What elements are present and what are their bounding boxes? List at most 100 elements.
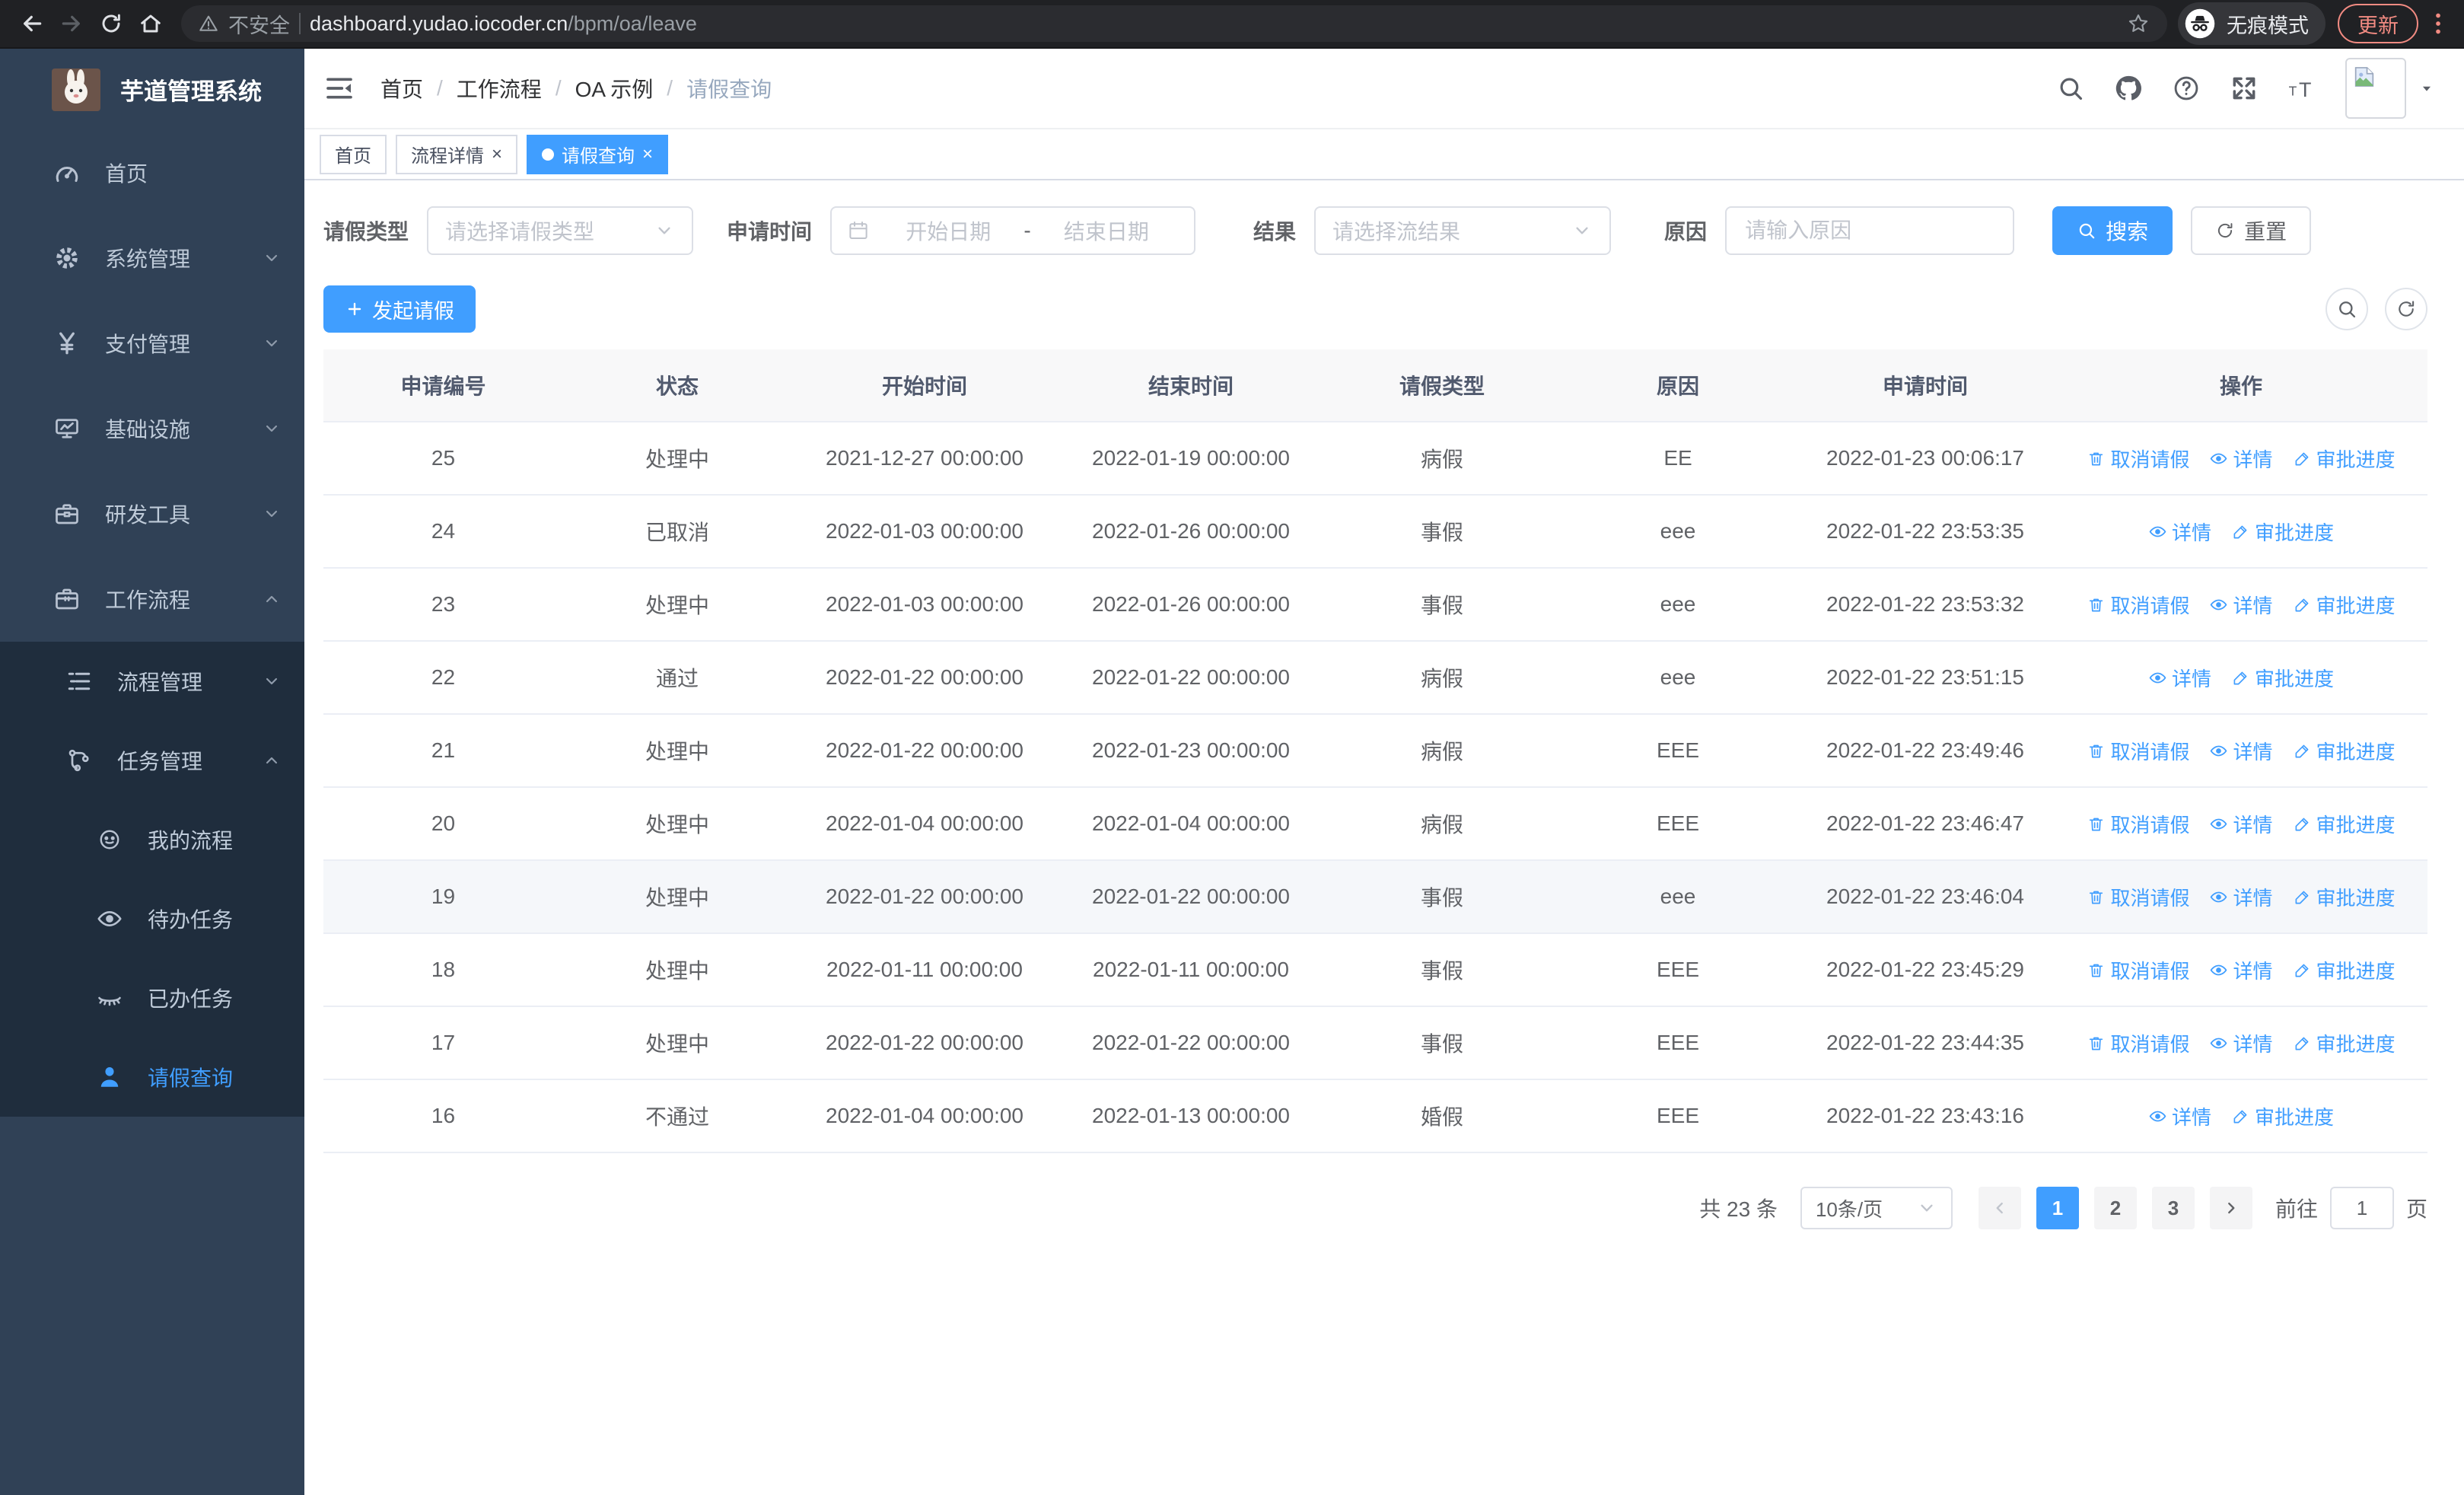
sidebar-item[interactable]: 系统管理 <box>0 215 304 301</box>
tab[interactable]: 请假查询 × <box>527 134 669 174</box>
table-refresh-button[interactable] <box>2385 288 2427 330</box>
create-leave-button[interactable]: 发起请假 <box>323 285 476 333</box>
font-size-icon[interactable]: TT <box>2287 74 2316 103</box>
progress-action[interactable]: 审批进度 <box>2293 445 2396 473</box>
search-button[interactable]: 搜索 <box>2052 206 2173 255</box>
more-menu-icon[interactable] <box>2424 10 2452 37</box>
forward-icon[interactable] <box>52 4 91 43</box>
sidebar-item[interactable]: 研发工具 <box>0 471 304 556</box>
app-title: 芋道管理系统 <box>120 78 262 105</box>
breadcrumb-item[interactable]: 工作流程 <box>457 73 542 104</box>
detail-action[interactable]: 详情 <box>2209 956 2273 984</box>
avatar[interactable] <box>2345 58 2406 119</box>
reset-button[interactable]: 重置 <box>2191 206 2312 255</box>
cell-start: 2022-01-22 00:00:00 <box>791 715 1058 788</box>
tab[interactable]: 首页 <box>320 134 387 174</box>
arrow-right-icon <box>2221 1198 2241 1218</box>
detail-action[interactable]: 详情 <box>2209 810 2273 838</box>
progress-action[interactable]: 审批进度 <box>2231 1102 2334 1130</box>
help-icon[interactable] <box>2172 74 2201 103</box>
detail-action[interactable]: 详情 <box>2148 518 2211 546</box>
github-icon[interactable] <box>2114 74 2143 103</box>
close-icon[interactable]: × <box>492 145 502 164</box>
sidebar-item[interactable]: 工作流程 <box>0 556 304 642</box>
prev-page-button[interactable] <box>1978 1187 2021 1229</box>
sidebar-item[interactable]: 支付管理 <box>0 301 304 386</box>
progress-action[interactable]: 审批进度 <box>2293 1029 2396 1057</box>
address-bar[interactable]: 不安全 dashboard.yudao.iocoder.cn/bpm/oa/le… <box>181 5 2167 42</box>
cancel-action[interactable]: 取消请假 <box>2087 810 2189 838</box>
cell-end: 2022-01-26 00:00:00 <box>1058 496 1324 569</box>
caret-down-icon[interactable] <box>2418 80 2435 97</box>
table-row: 22 通过 2022-01-22 00:00:00 2022-01-22 00:00:… <box>323 642 2427 715</box>
app-logo[interactable]: 芋道管理系统 <box>0 49 304 130</box>
detail-action[interactable]: 详情 <box>2148 1102 2211 1130</box>
cell-applyTime: 2022-01-22 23:46:47 <box>1796 788 2055 861</box>
cell-type: 事假 <box>1324 934 1560 1007</box>
update-button[interactable]: 更新 <box>2338 4 2418 43</box>
sidebar-item[interactable]: 基础设施 <box>0 386 304 471</box>
end-date-input[interactable]: 结束日期 <box>1034 215 1179 246</box>
progress-action[interactable]: 审批进度 <box>2293 810 2396 838</box>
tab[interactable]: 流程详情 × <box>396 134 518 174</box>
chevron-down-icon <box>1916 1197 1937 1219</box>
sidebar-collapse-icon[interactable] <box>324 73 355 104</box>
progress-action[interactable]: 审批进度 <box>2293 956 2396 984</box>
progress-action[interactable]: 审批进度 <box>2231 664 2334 692</box>
arrow-left-icon <box>1990 1198 2010 1218</box>
fullscreen-icon[interactable] <box>2230 74 2259 103</box>
sidebar-item[interactable]: 已办任务 <box>0 958 304 1038</box>
search-icon[interactable] <box>2056 74 2085 103</box>
cancel-action[interactable]: 取消请假 <box>2087 591 2189 619</box>
chevron-down-icon <box>262 333 282 353</box>
result-label: 结果 <box>1253 220 1297 244</box>
result-select[interactable]: 请选择流结果 <box>1314 206 1612 255</box>
detail-action[interactable]: 详情 <box>2209 445 2273 473</box>
start-date-input[interactable]: 开始日期 <box>876 215 1020 246</box>
sidebar-item[interactable]: 请假查询 <box>0 1038 304 1117</box>
page-button[interactable]: 2 <box>2093 1187 2137 1229</box>
column-header: 原因 <box>1560 349 1796 422</box>
sidebar-item[interactable]: 流程管理 <box>0 642 304 721</box>
bookmark-star-icon[interactable] <box>2126 11 2150 36</box>
cancel-action[interactable]: 取消请假 <box>2087 1029 2189 1057</box>
sidebar-item[interactable]: 任务管理 <box>0 721 304 800</box>
goto-page-input[interactable] <box>2329 1187 2394 1229</box>
next-page-button[interactable] <box>2209 1187 2252 1229</box>
cell-status: 处理中 <box>563 861 791 934</box>
reload-icon[interactable] <box>91 4 131 43</box>
detail-action[interactable]: 详情 <box>2209 1029 2273 1057</box>
cancel-action[interactable]: 取消请假 <box>2087 445 2189 473</box>
page-size-select[interactable]: 10条/页 <box>1800 1187 1953 1229</box>
progress-action[interactable]: 审批进度 <box>2293 591 2396 619</box>
sidebar-item[interactable]: 待办任务 <box>0 879 304 958</box>
back-icon[interactable] <box>12 4 52 43</box>
sidebar-item[interactable]: 首页 <box>0 130 304 215</box>
page-button[interactable]: 1 <box>2036 1187 2079 1229</box>
cell-id: 24 <box>323 496 563 569</box>
apply-time-label: 申请时间 <box>727 220 813 244</box>
reason-input[interactable] <box>1725 206 2015 255</box>
breadcrumb-item[interactable]: 首页 <box>380 73 423 104</box>
table-search-button[interactable] <box>2326 288 2368 330</box>
apply-time-range-picker[interactable]: 开始日期 - 结束日期 <box>830 206 1196 255</box>
cancel-action[interactable]: 取消请假 <box>2087 737 2189 765</box>
home-icon[interactable] <box>131 4 170 43</box>
close-icon[interactable]: × <box>642 145 653 164</box>
progress-action[interactable]: 审批进度 <box>2293 883 2396 911</box>
cell-type: 事假 <box>1324 1007 1560 1080</box>
leave-type-select[interactable]: 请选择请假类型 <box>427 206 694 255</box>
progress-action[interactable]: 审批进度 <box>2293 737 2396 765</box>
page-button[interactable]: 3 <box>2151 1187 2195 1229</box>
sidebar-item[interactable]: 我的流程 <box>0 800 304 879</box>
breadcrumb-item[interactable]: OA 示例 <box>575 73 654 104</box>
url-host: dashboard.yudao.iocoder.cn <box>310 11 568 35</box>
cancel-action[interactable]: 取消请假 <box>2087 956 2189 984</box>
detail-action[interactable]: 详情 <box>2209 737 2273 765</box>
detail-action[interactable]: 详情 <box>2148 664 2211 692</box>
cell-id: 18 <box>323 934 563 1007</box>
progress-action[interactable]: 审批进度 <box>2231 518 2334 546</box>
detail-action[interactable]: 详情 <box>2209 883 2273 911</box>
cancel-action[interactable]: 取消请假 <box>2087 883 2189 911</box>
detail-action[interactable]: 详情 <box>2209 591 2273 619</box>
